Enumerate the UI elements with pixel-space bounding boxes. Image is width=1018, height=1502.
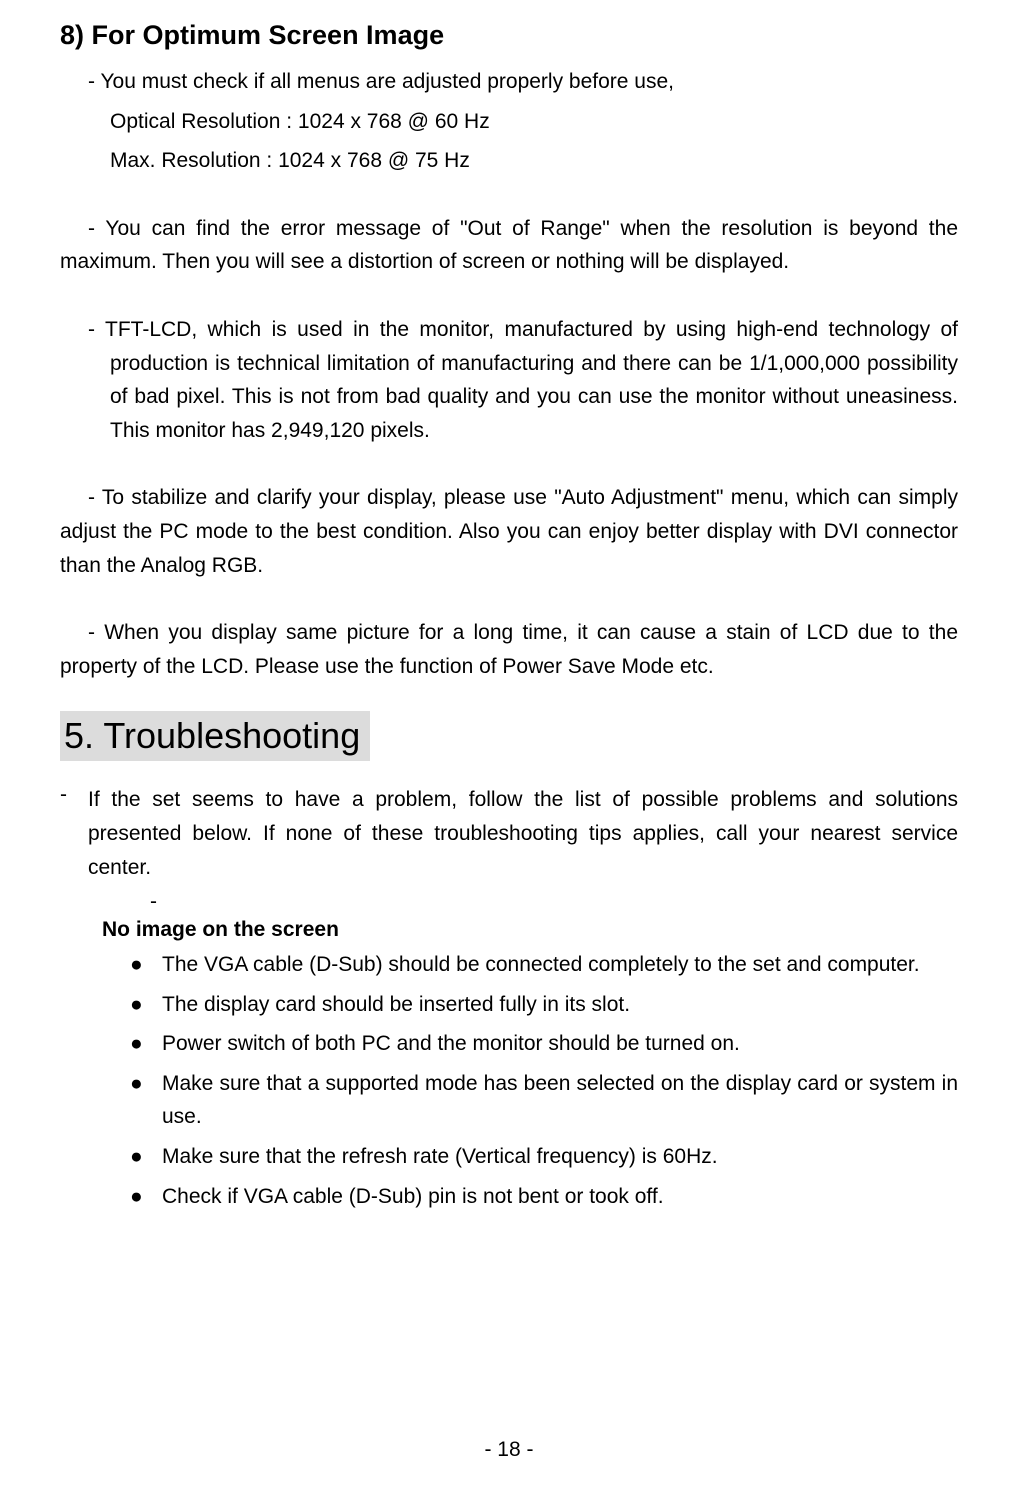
- bullet-list: ● The VGA cable (D-Sub) should be connec…: [130, 948, 958, 1213]
- lone-dash: -: [150, 890, 958, 914]
- section-8-para-3: - To stabilize and clarify your display,…: [60, 481, 958, 582]
- bullet-icon: ●: [130, 1027, 162, 1061]
- section-8-line-2: Optical Resolution : 1024 x 768 @ 60 Hz: [110, 105, 958, 139]
- chapter-5-heading: 5. Troubleshooting: [60, 711, 370, 761]
- chapter-5-intro: - If the set seems to have a problem, fo…: [60, 783, 958, 884]
- no-image-subheading: No image on the screen: [102, 918, 958, 942]
- list-item: ● The VGA cable (D-Sub) should be connec…: [130, 948, 958, 982]
- dash-marker: -: [60, 783, 88, 884]
- section-8-line-1: - You must check if all menus are adjust…: [88, 65, 958, 99]
- section-8-para-1: - You can find the error message of "Out…: [60, 212, 958, 279]
- list-item: ● Make sure that a supported mode has be…: [130, 1067, 958, 1134]
- bullet-icon: ●: [130, 1140, 162, 1174]
- bullet-icon: ●: [130, 948, 162, 982]
- bullet-icon: ●: [130, 1180, 162, 1214]
- list-item: ● Check if VGA cable (D-Sub) pin is not …: [130, 1180, 958, 1214]
- page-number: - 18 -: [0, 1438, 1018, 1462]
- intro-text: If the set seems to have a problem, foll…: [88, 783, 958, 884]
- list-item: ● Power switch of both PC and the monito…: [130, 1027, 958, 1061]
- list-item: ● Make sure that the refresh rate (Verti…: [130, 1140, 958, 1174]
- section-8-para-4: - When you display same picture for a lo…: [60, 616, 958, 683]
- bullet-icon: ●: [130, 1067, 162, 1134]
- list-item: ● The display card should be inserted fu…: [130, 988, 958, 1022]
- bullet-icon: ●: [130, 988, 162, 1022]
- section-8-para-2: - TFT-LCD, which is used in the monitor,…: [60, 313, 958, 447]
- section-8-heading: 8) For Optimum Screen Image: [60, 20, 958, 51]
- section-8-line-3: Max. Resolution : 1024 x 768 @ 75 Hz: [110, 144, 958, 178]
